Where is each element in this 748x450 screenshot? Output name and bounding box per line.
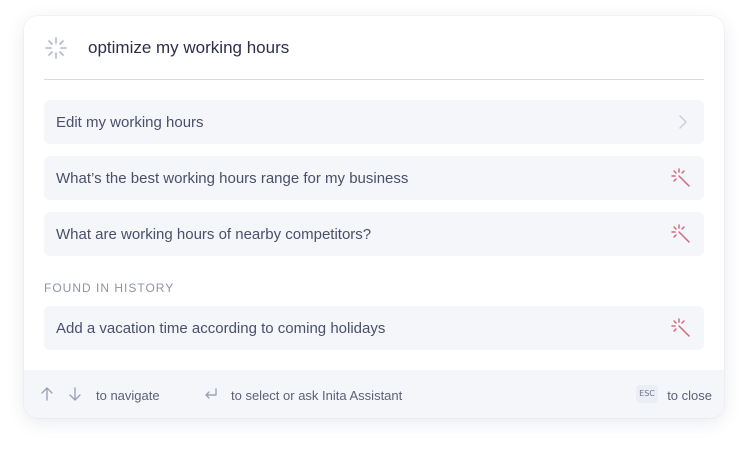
result-label: Add a vacation time according to coming …	[56, 320, 386, 337]
history-section-heading: FOUND IN HISTORY	[44, 281, 175, 295]
enter-key-icon	[205, 388, 217, 399]
result-item-best-hours[interactable]: What’s the best working hours range for …	[44, 156, 704, 200]
arrow-up-icon	[41, 387, 53, 401]
close-hint: to close	[667, 388, 712, 403]
result-item-competitors[interactable]: What are working hours of nearby competi…	[44, 212, 704, 256]
arrow-down-icon	[69, 387, 81, 401]
navigate-hint: to navigate	[96, 388, 160, 403]
keyboard-hints-footer: to navigate to select or ask Inita Assis…	[24, 370, 724, 418]
history-item-vacation[interactable]: Add a vacation time according to coming …	[44, 306, 704, 350]
loading-spinner-icon	[45, 37, 67, 59]
result-item-edit-hours[interactable]: Edit my working hours	[44, 100, 704, 144]
result-label: What are working hours of nearby competi…	[56, 226, 372, 243]
search-query[interactable]: optimize my working hours	[88, 38, 289, 58]
search-bar[interactable]: optimize my working hours	[44, 16, 704, 80]
select-hint: to select or ask Inita Assistant	[231, 388, 403, 403]
esc-key-badge: ESC	[636, 385, 658, 403]
command-palette: optimize my working hours Edit my workin…	[24, 16, 724, 418]
magic-wand-icon	[671, 168, 690, 187]
magic-wand-icon	[671, 318, 690, 337]
chevron-right-icon	[679, 115, 687, 129]
result-label: What’s the best working hours range for …	[56, 170, 409, 187]
result-label: Edit my working hours	[56, 114, 204, 131]
magic-wand-icon	[671, 224, 690, 243]
